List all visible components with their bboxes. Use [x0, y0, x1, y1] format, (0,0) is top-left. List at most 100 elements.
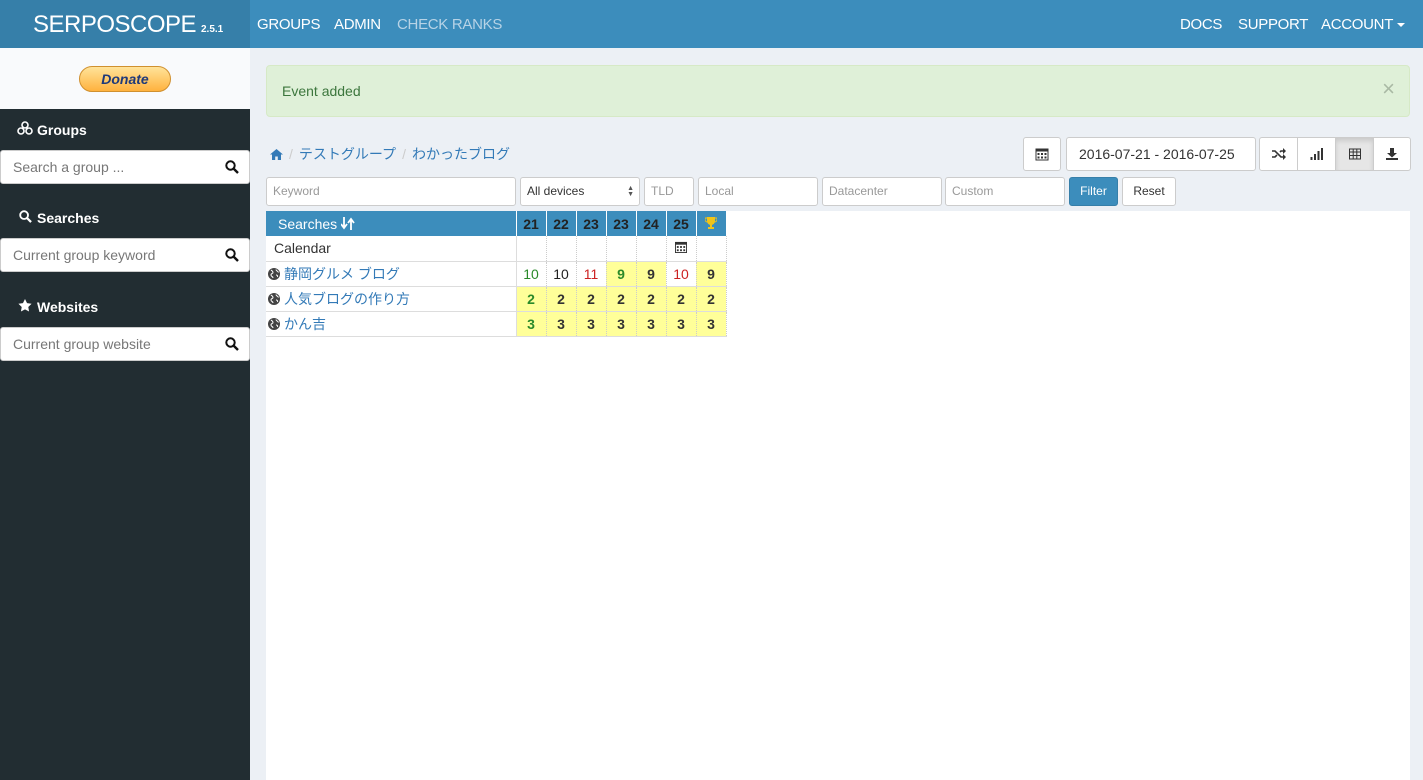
keyword-cell[interactable]: 人気ブログの作り方: [266, 286, 517, 312]
rank-cell[interactable]: 9: [636, 261, 667, 287]
search-icon[interactable]: [225, 248, 239, 262]
rank-cell[interactable]: 10: [516, 261, 547, 287]
searches-title: Searches: [37, 210, 100, 226]
app-name: SERPOSCOPE: [33, 11, 197, 38]
nav-admin[interactable]: ADMIN: [334, 16, 381, 33]
table-header-row: Searches 21 22 23 23 24 25: [266, 211, 727, 236]
best-rank-cell: 9: [696, 261, 727, 287]
rank-cell[interactable]: 2: [546, 286, 577, 312]
keyword-link[interactable]: 人気ブログの作り方: [284, 291, 410, 307]
calendar-cell: [696, 236, 727, 262]
sort-icon[interactable]: [340, 216, 355, 230]
rank-cell[interactable]: 3: [576, 311, 607, 337]
rank-cell[interactable]: 3: [606, 311, 637, 337]
rank-cell[interactable]: 2: [636, 286, 667, 312]
breadcrumb-target[interactable]: わかったブログ: [412, 146, 510, 162]
best-rank-header: [696, 211, 727, 236]
keyword-link[interactable]: かん吉: [284, 316, 326, 332]
rank-cell[interactable]: 3: [666, 311, 697, 337]
calendar-cell[interactable]: [666, 236, 697, 262]
searches-header-label: Searches: [278, 215, 338, 232]
group-search-input[interactable]: Search a group ...: [0, 150, 250, 184]
best-rank-cell: 2: [696, 286, 727, 312]
keyword-cell[interactable]: 静岡グルメ ブログ: [266, 261, 517, 287]
sidebar: Donate Groups Search a group ... Searche…: [0, 48, 250, 780]
table-row: 静岡グルメ ブログ 10 10 11 9 9 10 9: [266, 261, 727, 287]
table-view-button[interactable]: [1335, 137, 1374, 171]
keyword-cell[interactable]: かん吉: [266, 311, 517, 337]
nav-account[interactable]: ACCOUNT: [1321, 16, 1406, 33]
website-search-input[interactable]: Current group website: [0, 327, 250, 361]
brand[interactable]: SERPOSCOPE 2.5.1: [0, 0, 250, 48]
caret-down-icon: [1397, 23, 1406, 28]
rank-cell[interactable]: 2: [516, 286, 547, 312]
calendar-cell: [606, 236, 637, 262]
day-header: 23: [576, 211, 607, 236]
datacenter-filter-input[interactable]: Datacenter: [822, 177, 942, 206]
breadcrumb: / テストグループ / わかったブログ: [270, 144, 510, 164]
export-button[interactable]: [1373, 137, 1411, 171]
searches-column-header[interactable]: Searches: [266, 211, 517, 236]
nav-check-ranks[interactable]: CHECK RANKS: [397, 16, 502, 33]
calendar-row: Calendar: [266, 236, 727, 262]
rank-cell[interactable]: 10: [546, 261, 577, 287]
rank-cell[interactable]: 9: [606, 261, 637, 287]
calendar-icon: [1035, 148, 1049, 161]
nav-account-label: ACCOUNT: [1321, 16, 1394, 33]
success-alert: Event added ×: [266, 65, 1410, 117]
reset-button[interactable]: Reset: [1122, 177, 1176, 206]
keyword-search-placeholder: Current group keyword: [13, 247, 156, 263]
chart-view-button[interactable]: [1297, 137, 1336, 171]
nav-support[interactable]: SUPPORT: [1238, 16, 1308, 33]
rank-cell[interactable]: 3: [546, 311, 577, 337]
calendar-cell: [546, 236, 577, 262]
keyword-filter-input[interactable]: Keyword: [266, 177, 516, 206]
rank-table: Searches 21 22 23 23 24 25 Calendar 静岡グル…: [266, 211, 727, 337]
breadcrumb-separator: /: [402, 146, 406, 162]
cubes-icon: [17, 121, 33, 138]
search-icon: [17, 210, 33, 226]
rank-cell[interactable]: 2: [576, 286, 607, 312]
calendar-cell: [516, 236, 547, 262]
donate-button[interactable]: Donate: [79, 66, 171, 92]
device-select[interactable]: All devices ▲ ▼: [520, 177, 640, 206]
nav-groups[interactable]: GROUPS: [257, 16, 321, 33]
breadcrumb-separator: /: [289, 146, 293, 162]
table-icon: [1348, 148, 1361, 160]
calendar-button[interactable]: [1023, 137, 1061, 171]
calendar-event-icon[interactable]: [675, 241, 687, 254]
date-range-input[interactable]: 2016-07-21 - 2016-07-25: [1066, 137, 1256, 171]
rank-cell[interactable]: 10: [666, 261, 697, 287]
home-icon[interactable]: [270, 149, 283, 160]
rank-table-panel: Searches 21 22 23 23 24 25 Calendar 静岡グル…: [266, 211, 1410, 780]
close-icon[interactable]: ×: [1382, 77, 1395, 101]
filter-button[interactable]: Filter: [1069, 177, 1118, 206]
signal-bars-icon: [1310, 148, 1323, 160]
local-filter-input[interactable]: Local: [698, 177, 818, 206]
keyword-search-input[interactable]: Current group keyword: [0, 238, 250, 272]
rank-cell[interactable]: 3: [636, 311, 667, 337]
search-icon[interactable]: [225, 160, 239, 174]
keyword-link[interactable]: 静岡グルメ ブログ: [284, 266, 400, 282]
star-icon: [17, 299, 33, 315]
calendar-label: Calendar: [266, 236, 517, 262]
day-header: 23: [606, 211, 637, 236]
top-navbar: SERPOSCOPE 2.5.1 GROUPS ADMIN CHECK RANK…: [0, 0, 1423, 48]
breadcrumb-group[interactable]: テストグループ: [299, 146, 396, 162]
rank-cell[interactable]: 2: [666, 286, 697, 312]
calendar-cell: [576, 236, 607, 262]
shuffle-button[interactable]: [1259, 137, 1298, 171]
searches-heading: Searches: [17, 210, 99, 226]
best-rank-cell: 3: [696, 311, 727, 337]
rank-cell[interactable]: 11: [576, 261, 607, 287]
nav-docs[interactable]: DOCS: [1180, 16, 1222, 33]
custom-filter-input[interactable]: Custom: [945, 177, 1065, 206]
rank-cell[interactable]: 2: [606, 286, 637, 312]
calendar-cell: [636, 236, 667, 262]
websites-heading: Websites: [17, 299, 98, 315]
groups-heading: Groups: [17, 121, 87, 138]
rank-cell[interactable]: 3: [516, 311, 547, 337]
search-icon[interactable]: [225, 337, 239, 351]
table-row: かん吉 3 3 3 3 3 3 3: [266, 311, 727, 337]
tld-filter-input[interactable]: TLD: [644, 177, 694, 206]
